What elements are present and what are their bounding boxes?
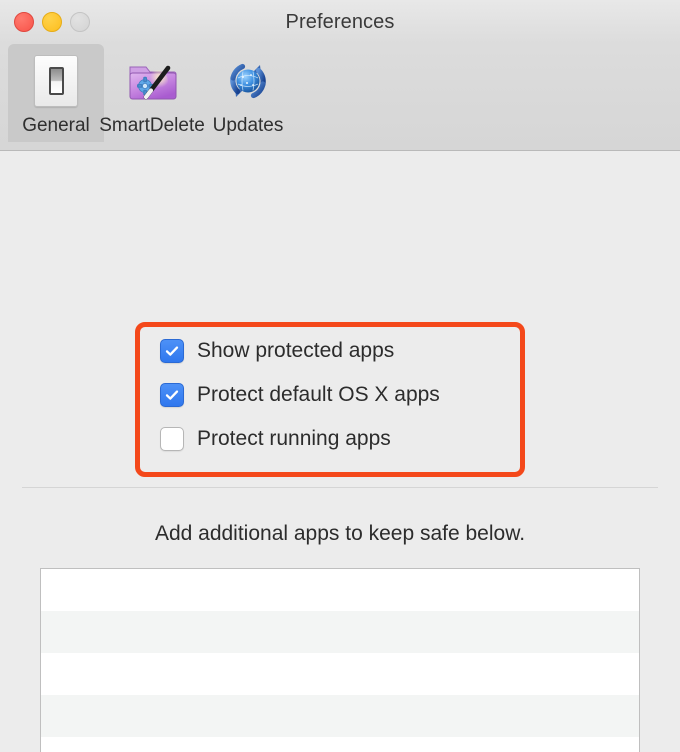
checkmark-icon: [165, 346, 179, 356]
checkmark-icon: [165, 390, 179, 400]
general-pane: Show protected apps Protect default OS X…: [0, 151, 680, 752]
checkbox-row-protect-default-os-x-apps[interactable]: Protect default OS X apps: [160, 380, 440, 410]
checkbox-protect-running-apps[interactable]: [160, 427, 184, 451]
tab-updates[interactable]: Updates: [200, 44, 296, 142]
checkbox-label-show-protected-apps: Show protected apps: [197, 339, 395, 362]
tab-updates-label: Updates: [212, 115, 284, 136]
preferences-window: Preferences General SmartDelete Updates …: [0, 0, 680, 752]
list-row[interactable]: [41, 653, 639, 695]
minimize-button[interactable]: [42, 12, 62, 32]
checkbox-row-protect-running-apps[interactable]: Protect running apps: [160, 424, 440, 454]
add-apps-instruction: Add additional apps to keep safe below.: [154, 522, 526, 545]
checkbox-show-protected-apps[interactable]: [160, 339, 184, 363]
preferences-toolbar: General SmartDelete Updates: [0, 44, 680, 151]
checkbox-row-show-protected-apps[interactable]: Show protected apps: [160, 336, 440, 366]
protected-apps-list[interactable]: [40, 568, 640, 752]
tab-general[interactable]: General: [8, 44, 104, 142]
list-row[interactable]: [41, 737, 639, 752]
list-row[interactable]: [41, 569, 639, 611]
checkbox-protect-default-os-x-apps[interactable]: [160, 383, 184, 407]
purple-folder-wand-icon: [124, 53, 180, 109]
traffic-light-group: [14, 12, 90, 32]
window-title: Preferences: [285, 10, 395, 33]
globe-refresh-icon: [220, 53, 276, 109]
tab-smartdelete[interactable]: SmartDelete: [99, 44, 205, 142]
window-titlebar: Preferences: [0, 0, 680, 44]
zoom-button: [70, 12, 90, 32]
checkbox-label-protect-default-os-x-apps: Protect default OS X apps: [197, 383, 440, 406]
light-switch-icon: [28, 53, 84, 109]
close-button[interactable]: [14, 12, 34, 32]
tab-general-label: General: [22, 115, 90, 136]
section-divider: [22, 487, 658, 488]
checkbox-label-protect-running-apps: Protect running apps: [197, 427, 391, 450]
list-row[interactable]: [41, 695, 639, 737]
list-row[interactable]: [41, 611, 639, 653]
protection-options-group: Show protected apps Protect default OS X…: [160, 336, 440, 454]
tab-smartdelete-label: SmartDelete: [99, 115, 205, 136]
